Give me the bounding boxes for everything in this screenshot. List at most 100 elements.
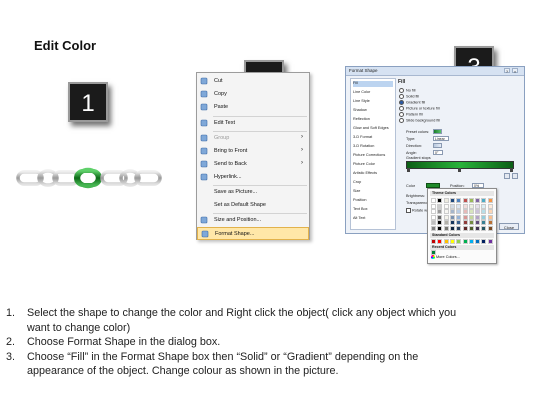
radio-pattern-fill[interactable]: Pattern fill — [399, 112, 423, 117]
color-swatch[interactable] — [437, 239, 443, 244]
gradient-stop-handle[interactable] — [458, 168, 461, 172]
color-swatch[interactable] — [456, 220, 462, 226]
color-swatch[interactable] — [487, 203, 493, 209]
menu-item-format-shape[interactable]: Format Shape... — [197, 227, 309, 240]
color-swatch[interactable] — [431, 203, 436, 209]
radio-slide-background-fill[interactable]: Slide background fill — [399, 118, 440, 123]
nav-item-artistic-effects[interactable]: Artistic Effects — [353, 171, 393, 177]
color-swatch[interactable] — [437, 226, 443, 231]
color-swatch[interactable] — [456, 226, 462, 231]
color-swatch[interactable] — [443, 214, 449, 220]
color-swatch[interactable] — [437, 209, 443, 215]
nav-item-reflection[interactable]: Reflection — [353, 117, 393, 123]
radio-gradient-fill[interactable]: Gradient fill — [399, 100, 425, 105]
color-swatch[interactable] — [487, 198, 493, 203]
color-swatch[interactable] — [468, 220, 474, 226]
color-swatch[interactable] — [456, 239, 462, 244]
nav-item-size[interactable]: Size — [353, 189, 393, 195]
nav-item-crop[interactable]: Crop — [353, 180, 393, 186]
radio-solid-fill[interactable]: Solid fill — [399, 94, 419, 99]
menu-item-hyperlink[interactable]: Hyperlink... — [197, 171, 309, 184]
type-dropdown[interactable]: Linear — [433, 136, 449, 141]
color-swatch[interactable] — [449, 220, 455, 226]
color-swatch[interactable] — [468, 214, 474, 220]
menu-item-copy[interactable]: Copy — [197, 88, 309, 101]
nav-item-glow-and-soft-edges[interactable]: Glow and Soft Edges — [353, 126, 393, 132]
color-swatch[interactable] — [481, 239, 487, 244]
color-swatch[interactable] — [437, 198, 443, 203]
nav-item-alt-text[interactable]: Alt Text — [353, 216, 393, 222]
color-swatch[interactable] — [487, 239, 493, 244]
nav-item-line-style[interactable]: Line Style — [353, 99, 393, 105]
menu-item-save-as-picture[interactable]: Save as Picture... — [197, 186, 309, 199]
color-swatch[interactable] — [449, 214, 455, 220]
color-swatch[interactable] — [456, 209, 462, 215]
color-swatch[interactable] — [431, 214, 436, 220]
nav-item-fill[interactable]: Fill — [353, 81, 393, 87]
nav-item-3-d-rotation[interactable]: 3-D Rotation — [353, 144, 393, 150]
color-swatch[interactable] — [481, 220, 487, 226]
color-swatch[interactable] — [431, 209, 436, 215]
color-swatch[interactable] — [443, 226, 449, 231]
color-swatch[interactable] — [437, 214, 443, 220]
color-swatch[interactable] — [481, 209, 487, 215]
menu-item-send-to-back[interactable]: Send to Back › — [197, 158, 309, 171]
direction-dropdown[interactable] — [433, 143, 442, 148]
color-swatch[interactable] — [437, 203, 443, 209]
color-swatch[interactable] — [475, 239, 481, 244]
color-swatch[interactable] — [456, 198, 462, 203]
color-swatch[interactable] — [462, 203, 468, 209]
color-swatch[interactable] — [449, 203, 455, 209]
color-swatch[interactable] — [462, 239, 468, 244]
remove-stop-button[interactable] — [512, 173, 518, 179]
more-colors-link[interactable]: More Colors... — [431, 255, 460, 259]
gradient-stop-handle[interactable] — [510, 168, 513, 172]
color-swatch[interactable] — [481, 214, 487, 220]
close-button[interactable]: Close — [499, 223, 519, 230]
color-swatch[interactable] — [487, 226, 493, 231]
color-swatch[interactable] — [475, 220, 481, 226]
color-swatch[interactable] — [462, 198, 468, 203]
color-swatch[interactable] — [468, 203, 474, 209]
color-swatch[interactable] — [443, 220, 449, 226]
radio-picture-or-texture-fill[interactable]: Picture or texture fill — [399, 106, 440, 111]
menu-item-set-as-default-shape[interactable]: Set as Default Shape — [197, 199, 309, 212]
color-swatch[interactable] — [487, 214, 493, 220]
gradient-stop-handle[interactable] — [407, 168, 410, 172]
nav-item-text-box[interactable]: Text Box — [353, 207, 393, 213]
color-swatch[interactable] — [431, 198, 436, 203]
color-swatch[interactable] — [481, 203, 487, 209]
color-swatch[interactable] — [468, 209, 474, 215]
color-swatch[interactable] — [468, 239, 474, 244]
color-swatch[interactable] — [449, 209, 455, 215]
add-stop-button[interactable] — [504, 173, 510, 179]
color-swatch[interactable] — [431, 220, 436, 226]
menu-item-bring-to-front[interactable]: Bring to Front › — [197, 145, 309, 158]
color-swatch[interactable] — [462, 226, 468, 231]
color-swatch[interactable] — [487, 209, 493, 215]
nav-item-line-color[interactable]: Line Color — [353, 90, 393, 96]
menu-item-edit-text[interactable]: Edit Text — [197, 117, 309, 130]
nav-item-shadow[interactable]: Shadow — [353, 108, 393, 114]
nav-item-position[interactable]: Position — [353, 198, 393, 204]
color-swatch[interactable] — [481, 226, 487, 231]
help-button[interactable]: ? — [504, 68, 510, 74]
color-swatch[interactable] — [475, 226, 481, 231]
color-swatch[interactable] — [437, 220, 443, 226]
radio-no-fill[interactable]: No fill — [399, 88, 416, 93]
color-swatch[interactable] — [468, 198, 474, 203]
nav-item-3-d-format[interactable]: 3-D Format — [353, 135, 393, 141]
color-swatch[interactable] — [475, 203, 481, 209]
color-swatch[interactable] — [449, 239, 455, 244]
chain-graphic[interactable] — [16, 160, 164, 196]
color-swatch[interactable] — [443, 203, 449, 209]
menu-item-paste[interactable]: Paste — [197, 101, 309, 114]
color-swatch[interactable] — [443, 198, 449, 203]
menu-item-cut[interactable]: Cut — [197, 75, 309, 88]
color-swatch[interactable] — [475, 198, 481, 203]
color-swatch[interactable] — [449, 226, 455, 231]
nav-item-picture-corrections[interactable]: Picture Corrections — [353, 153, 393, 159]
angle-field[interactable]: 0° — [433, 150, 443, 155]
color-swatch[interactable] — [456, 203, 462, 209]
color-swatch[interactable] — [462, 220, 468, 226]
